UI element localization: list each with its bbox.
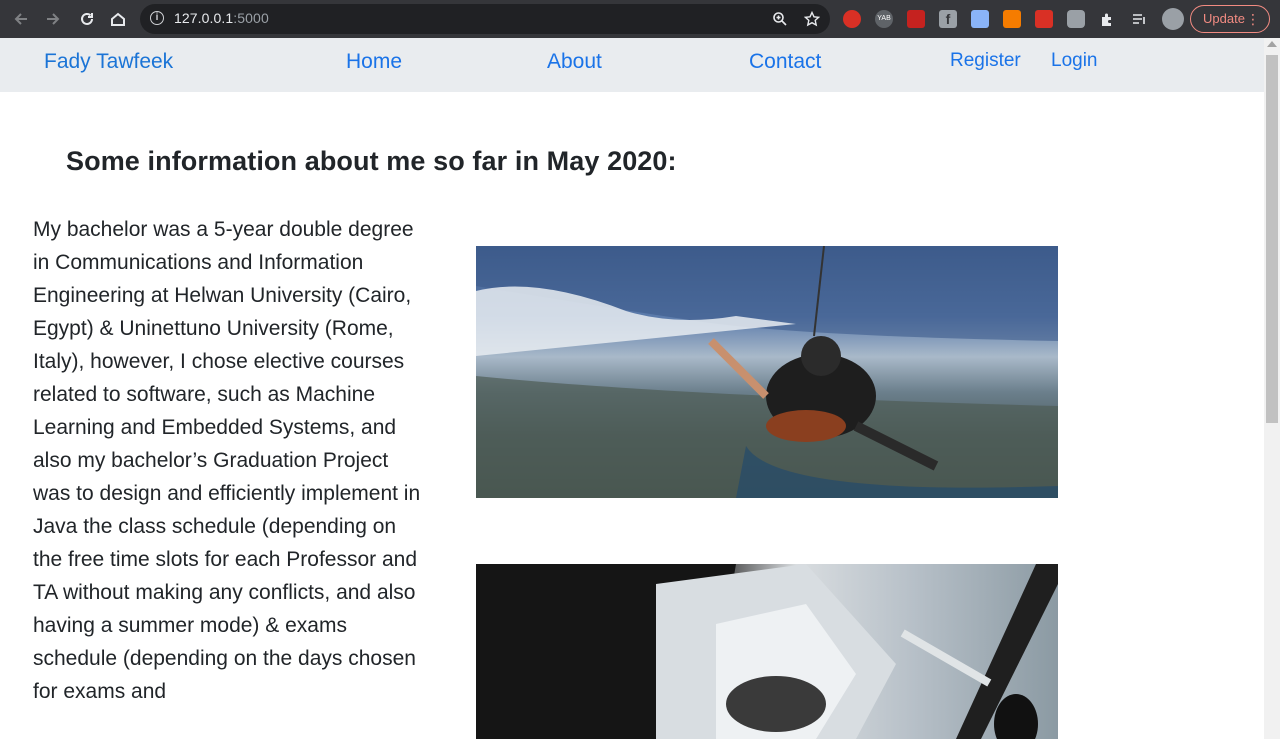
facebook-icon[interactable]: f [939,10,957,28]
url-text[interactable]: 127.0.0.1:5000 [174,10,269,26]
plane-door-photo [476,564,1058,739]
page-heading: Some information about me so far in May … [66,146,677,176]
info-icon[interactable]: i [150,11,164,25]
scrollbar-thumb[interactable] [1266,55,1278,423]
nav-about[interactable]: About [547,50,602,74]
puzzle-blue-icon[interactable] [971,10,989,28]
nav-register[interactable]: Register [950,50,1021,72]
reading-list-icon[interactable] [1128,8,1150,30]
reload-icon[interactable] [76,8,98,30]
scroll-up-icon[interactable] [1267,41,1277,47]
home-icon[interactable] [107,8,129,30]
back-icon[interactable] [10,8,32,30]
site-navbar: Fady Tawfeek Home About Contact Register… [0,38,1264,92]
adblock-icon[interactable] [843,10,861,28]
about-paragraph: My bachelor was a 5-year double degree i… [33,218,421,703]
nav-login[interactable]: Login [1051,50,1098,72]
skydiving-photo [476,246,1058,498]
zoom-icon[interactable] [769,8,791,30]
nav-home[interactable]: Home [346,50,402,74]
orange-on-icon[interactable] [1003,10,1021,28]
avatar-icon[interactable] [1162,8,1184,30]
extensions-icon[interactable] [1096,8,1118,30]
nav-contact[interactable]: Contact [749,50,821,74]
menu-dots-icon[interactable]: ⋮ [1246,6,1260,32]
star-icon[interactable] [801,8,823,30]
acrobat-icon[interactable] [907,10,925,28]
forward-icon[interactable] [42,8,64,30]
update-button[interactable]: Update ⋮ [1190,5,1270,33]
browser-toolbar: i 127.0.0.1:5000 YAB f Update ⋮ [0,0,1280,38]
brand-link[interactable]: Fady Tawfeek [44,50,173,74]
camera-icon[interactable] [1067,10,1085,28]
red-play-icon[interactable] [1035,10,1053,28]
yab-icon[interactable]: YAB [875,10,893,28]
